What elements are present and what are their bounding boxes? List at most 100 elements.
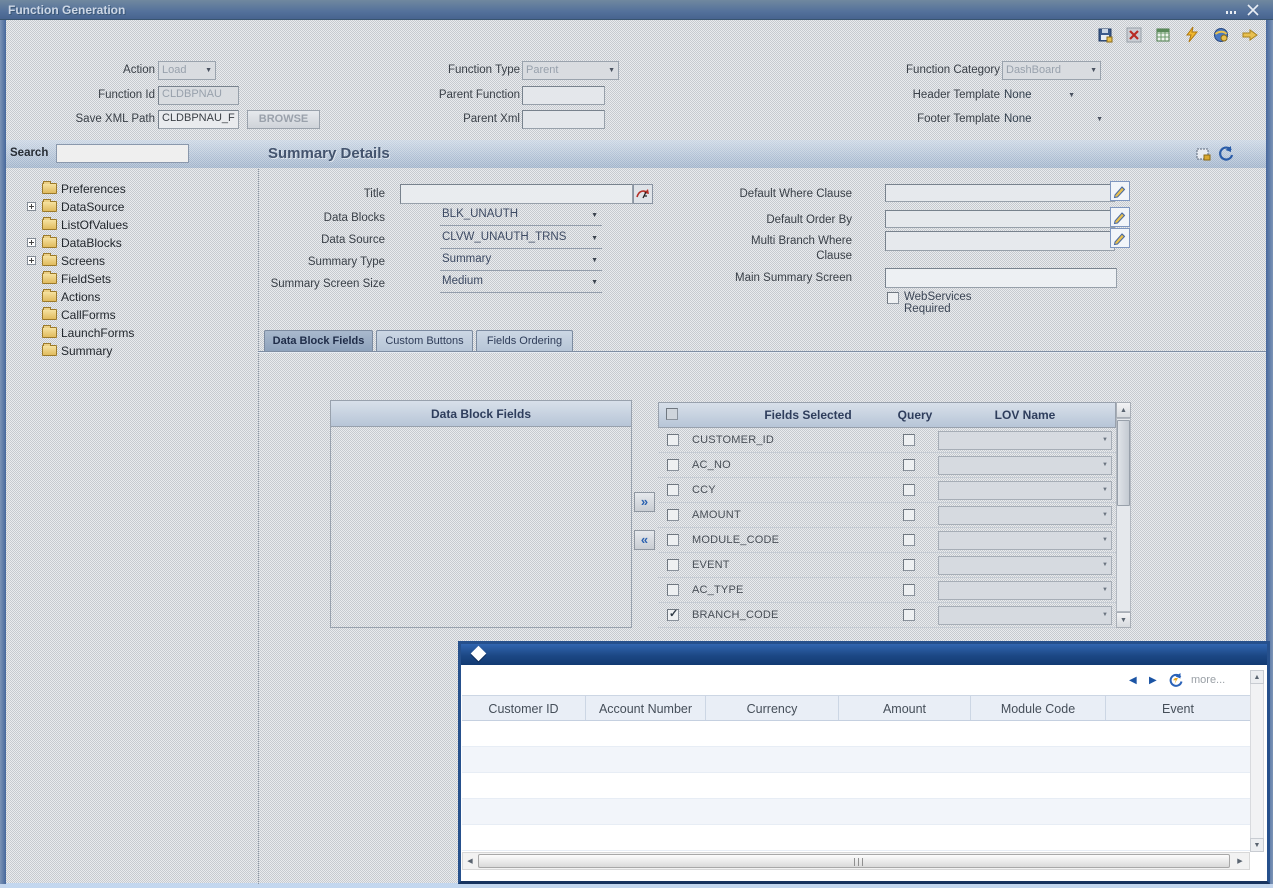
refresh-icon[interactable] xyxy=(1217,145,1235,163)
lov-name-select[interactable]: ▼ xyxy=(938,506,1112,525)
default-where-field[interactable] xyxy=(885,184,1115,202)
row-checkbox[interactable] xyxy=(667,534,679,546)
grid-icon[interactable] xyxy=(1155,27,1171,43)
table-row[interactable] xyxy=(462,747,1250,773)
scroll-up-icon[interactable]: ▲ xyxy=(1250,670,1264,684)
parent-function-field[interactable] xyxy=(522,86,605,105)
tab-data-block-fields[interactable]: Data Block Fields xyxy=(264,330,373,351)
scroll-down-icon[interactable]: ▼ xyxy=(1250,838,1264,852)
sidebar-item-actions[interactable]: Actions xyxy=(6,289,256,305)
function-category-select[interactable]: DashBoard ▼ xyxy=(1002,61,1101,80)
editor-pencil-icon[interactable] xyxy=(1110,207,1130,227)
query-checkbox[interactable] xyxy=(903,509,915,521)
row-checkbox[interactable] xyxy=(667,509,679,521)
customize-icon[interactable] xyxy=(1196,147,1212,162)
sidebar-item-callforms[interactable]: CallForms xyxy=(6,307,256,323)
lov-name-select[interactable]: ▼ xyxy=(938,556,1112,575)
scroll-left-icon[interactable]: ◀ xyxy=(463,854,477,868)
multi-branch-where-field[interactable] xyxy=(885,231,1115,251)
minimize-icon[interactable] xyxy=(1226,11,1238,14)
lightning-icon[interactable] xyxy=(1184,26,1200,43)
lov-name-select[interactable]: ▼ xyxy=(938,581,1112,600)
scroll-right-icon[interactable]: ▶ xyxy=(1233,854,1247,868)
sidebar-item-launchforms[interactable]: LaunchForms xyxy=(6,325,256,341)
webservices-checkbox[interactable] xyxy=(887,292,899,304)
language-icon[interactable] xyxy=(633,184,653,204)
table-row[interactable]: CUSTOMER_ID ▼ xyxy=(658,428,1116,453)
scroll-down-icon[interactable]: ▼ xyxy=(1116,612,1131,628)
editor-pencil-icon[interactable] xyxy=(1110,181,1130,201)
table-row[interactable] xyxy=(462,825,1250,851)
summary-type-select[interactable]: Summary ▼ xyxy=(440,251,602,271)
save-icon[interactable] xyxy=(1097,27,1113,43)
row-checkbox[interactable] xyxy=(667,584,679,596)
delete-icon[interactable] xyxy=(1126,27,1142,43)
data-block-fields-list[interactable] xyxy=(330,427,632,628)
next-page-icon[interactable]: ▶ xyxy=(1149,675,1157,686)
editor-pencil-icon[interactable] xyxy=(1110,228,1130,248)
lov-name-select[interactable]: ▼ xyxy=(938,481,1112,500)
lov-name-select[interactable]: ▼ xyxy=(938,456,1112,475)
close-icon[interactable] xyxy=(1247,4,1259,16)
query-checkbox[interactable] xyxy=(903,534,915,546)
query-checkbox[interactable] xyxy=(903,434,915,446)
action-select[interactable]: Load ▼ xyxy=(158,61,216,80)
tab-fields-ordering[interactable]: Fields Ordering xyxy=(476,330,573,351)
lov-name-select[interactable]: ▼ xyxy=(938,606,1112,625)
title-field[interactable] xyxy=(400,184,633,204)
row-checkbox[interactable] xyxy=(667,559,679,571)
next-arrow-icon[interactable] xyxy=(1242,28,1258,42)
sidebar-item-listofvalues[interactable]: ListOfValues xyxy=(6,217,256,233)
expand-plus-icon[interactable] xyxy=(27,238,36,247)
move-right-button[interactable]: » xyxy=(634,492,655,512)
row-checkbox[interactable] xyxy=(667,459,679,471)
function-type-select[interactable]: Parent ▼ xyxy=(522,61,619,80)
lov-name-select[interactable]: ▼ xyxy=(938,431,1112,450)
row-checkbox[interactable] xyxy=(667,484,679,496)
generate-icon[interactable] xyxy=(1213,27,1229,43)
query-checkbox[interactable] xyxy=(903,484,915,496)
lov-name-select[interactable]: ▼ xyxy=(938,531,1112,550)
browse-button[interactable]: BROWSE xyxy=(247,110,320,129)
query-checkbox[interactable] xyxy=(903,559,915,571)
row-checkbox[interactable] xyxy=(667,607,679,621)
sidebar-item-datasource[interactable]: DataSource xyxy=(6,199,256,215)
table-row[interactable]: AC_NO ▼ xyxy=(658,453,1116,478)
query-checkbox[interactable] xyxy=(903,609,915,621)
sidebar-item-screens[interactable]: Screens xyxy=(6,253,256,269)
refresh-icon[interactable] xyxy=(1167,672,1184,689)
preview-hscroll-thumb[interactable] xyxy=(478,854,1230,868)
table-row[interactable]: AMOUNT ▼ xyxy=(658,503,1116,528)
main-summary-screen-field[interactable] xyxy=(885,268,1117,288)
summary-screen-size-select[interactable]: Medium ▼ xyxy=(440,273,602,293)
default-order-by-field[interactable] xyxy=(885,210,1115,228)
table-row[interactable]: BRANCH_CODE▼ xyxy=(658,603,1116,628)
fields-table-scroll-thumb[interactable] xyxy=(1117,420,1130,506)
table-row[interactable] xyxy=(462,773,1250,799)
table-row[interactable] xyxy=(462,799,1250,825)
tab-custom-buttons[interactable]: Custom Buttons xyxy=(376,330,473,351)
table-row[interactable]: CCY ▼ xyxy=(658,478,1116,503)
row-checkbox[interactable] xyxy=(667,434,679,446)
prev-page-icon[interactable]: ◀ xyxy=(1129,675,1137,686)
footer-template-select[interactable]: None ▼ xyxy=(1002,111,1106,130)
sidebar-item-summary[interactable]: Summary xyxy=(6,343,256,359)
expand-plus-icon[interactable] xyxy=(27,202,36,211)
search-input[interactable] xyxy=(56,144,189,163)
scroll-up-icon[interactable]: ▲ xyxy=(1116,402,1131,418)
more-link[interactable]: more... xyxy=(1191,674,1225,686)
move-left-button[interactable]: « xyxy=(634,530,655,550)
select-all-checkbox[interactable] xyxy=(666,408,678,420)
query-checkbox[interactable] xyxy=(903,459,915,471)
data-source-select[interactable]: CLVW_UNAUTH_TRNS ▼ xyxy=(440,229,602,249)
table-row[interactable]: MODULE_CODE ▼ xyxy=(658,528,1116,553)
sidebar-item-fieldsets[interactable]: FieldSets xyxy=(6,271,256,287)
header-template-select[interactable]: None ▼ xyxy=(1002,87,1078,106)
sidebar-item-datablocks[interactable]: DataBlocks xyxy=(6,235,256,251)
function-id-field[interactable]: CLDBPNAU xyxy=(158,86,239,105)
save-xml-path-field[interactable]: CLDBPNAU_F xyxy=(158,110,239,129)
table-row[interactable]: EVENT ▼ xyxy=(658,553,1116,578)
preview-vscroll-track[interactable] xyxy=(1250,670,1264,852)
table-row[interactable] xyxy=(462,721,1250,747)
query-checkbox[interactable] xyxy=(903,584,915,596)
